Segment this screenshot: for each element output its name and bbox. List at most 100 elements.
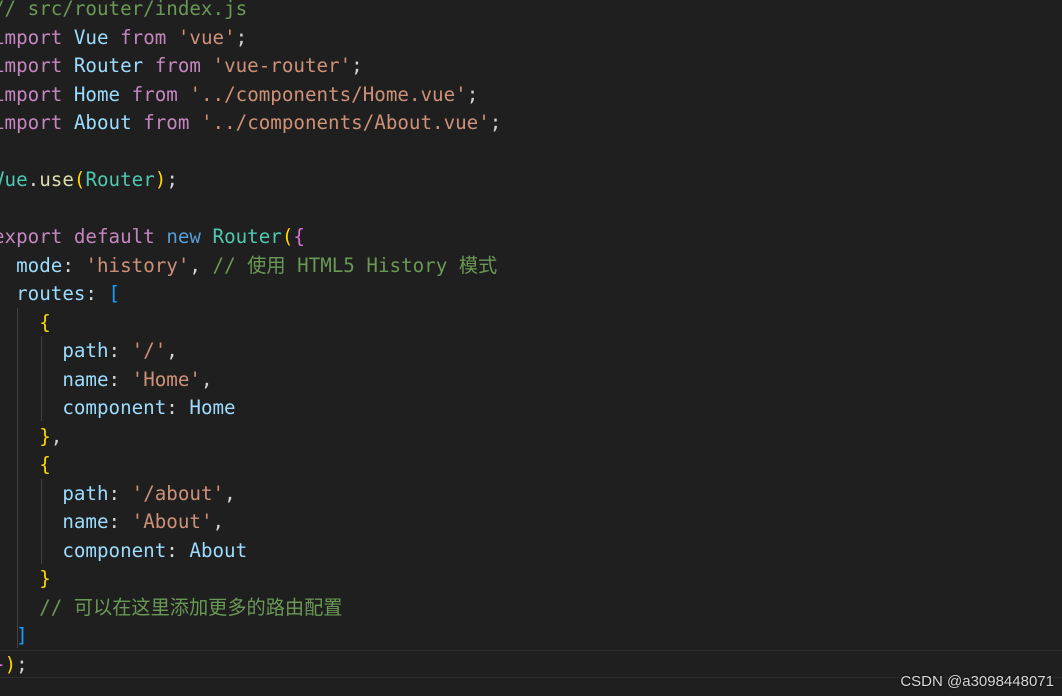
code-line[interactable]: ​ <box>0 138 501 167</box>
code-token: routes <box>16 282 86 305</box>
code-token: : <box>108 510 132 533</box>
code-token: ] <box>16 624 28 647</box>
code-line[interactable]: name: 'Home', <box>0 366 501 395</box>
code-token: , <box>224 481 236 505</box>
code-token: name <box>62 510 109 533</box>
code-token: Router <box>212 225 282 248</box>
code-token: ) <box>4 652 17 676</box>
code-line[interactable]: } <box>0 565 501 594</box>
code-line[interactable]: import About from '../components/About.v… <box>0 109 501 138</box>
code-token: from <box>120 25 167 49</box>
code-token: , <box>200 367 213 391</box>
code-token: mode <box>16 253 63 277</box>
code-line[interactable]: }); <box>0 651 501 680</box>
code-token: 'history' <box>85 253 190 277</box>
code-token: ; <box>166 168 178 191</box>
code-token: Vue <box>0 168 28 191</box>
code-token: // src/router/index.js <box>0 0 248 20</box>
code-token: Home <box>189 396 236 419</box>
code-token: : <box>108 481 132 505</box>
code-token: name <box>62 367 109 391</box>
code-line[interactable]: name: 'About', <box>0 508 501 537</box>
code-token: , <box>166 339 178 362</box>
code-token: ( <box>73 168 86 191</box>
code-token: path <box>62 339 109 362</box>
code-token: , <box>212 510 225 533</box>
code-line[interactable]: mode: 'history', // 使用 HTML5 History 模式 <box>0 252 501 281</box>
code-line[interactable]: // src/router/index.js <box>0 0 501 24</box>
code-token: '../components/Home.vue' <box>189 82 467 106</box>
code-token: new <box>166 225 201 248</box>
code-token: { <box>39 310 51 334</box>
code-token: use <box>39 168 74 191</box>
code-token: from <box>154 54 201 77</box>
code-token: import <box>0 111 63 134</box>
code-token: default <box>73 225 155 248</box>
code-token: : <box>108 339 132 362</box>
code-token: Home <box>73 82 121 106</box>
code-token: ( <box>281 225 294 248</box>
code-line[interactable]: path: '/about', <box>0 480 501 509</box>
code-token: export <box>0 225 63 248</box>
code-line[interactable]: { <box>0 309 501 338</box>
code-token: Vue <box>73 25 109 49</box>
code-token: ; <box>235 25 248 49</box>
code-token: ) <box>154 168 167 191</box>
code-token: Router <box>73 54 144 77</box>
code-token: path <box>62 481 109 505</box>
code-token: { <box>293 225 305 248</box>
code-token: 'vue' <box>177 25 236 49</box>
code-token: : <box>85 282 109 305</box>
code-token: About <box>189 538 248 562</box>
code-content[interactable]: // src/router/index.js import Vue from 'v… <box>0 0 501 679</box>
code-token: '/' <box>131 339 167 362</box>
code-line[interactable]: component: Home <box>0 394 501 423</box>
code-line[interactable]: // 可以在这里添加更多的路由配置 <box>0 594 501 623</box>
code-line[interactable]: ] <box>0 622 501 651</box>
code-line[interactable]: export default new Router({ <box>0 223 501 252</box>
code-token: { <box>39 453 51 476</box>
code-line[interactable]: }, <box>0 423 501 452</box>
code-line[interactable]: Vue.use(Router); <box>0 166 501 195</box>
code-line[interactable]: import Router from 'vue-router'; <box>0 52 501 81</box>
code-line[interactable]: routes: [ <box>0 280 501 309</box>
code-line[interactable]: path: '/', <box>0 337 501 366</box>
code-token: . <box>27 168 40 191</box>
code-editor[interactable]: // src/router/index.js import Vue from 'v… <box>0 0 1062 696</box>
code-line[interactable]: import Vue from 'vue'; <box>0 24 501 53</box>
code-line[interactable]: import Home from '../components/Home.vue… <box>0 81 501 110</box>
code-line[interactable]: ​ <box>0 195 501 224</box>
code-token: : <box>108 367 132 391</box>
code-token: import <box>0 54 63 77</box>
code-token: // 可以在这里添加更多的路由配置 <box>39 595 343 619</box>
code-line[interactable]: { <box>0 451 501 480</box>
code-token: // 使用 HTML5 History 模式 <box>212 253 498 277</box>
code-token: 'vue-router' <box>212 54 352 77</box>
code-token: : <box>62 253 86 277</box>
code-line[interactable]: component: About <box>0 537 501 566</box>
code-token: : <box>166 538 190 562</box>
code-token: [ <box>108 282 121 305</box>
code-token: , <box>189 253 213 277</box>
